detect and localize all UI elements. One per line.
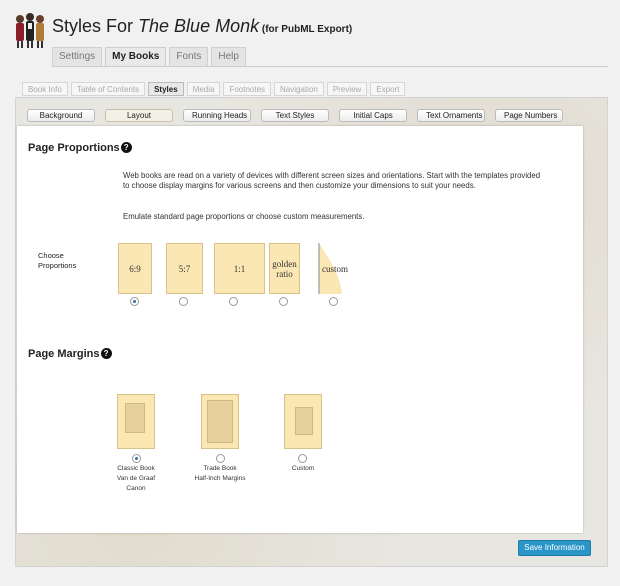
header-divider: [52, 66, 608, 67]
style-tab-text-ornaments[interactable]: Text Ornaments: [417, 109, 485, 122]
page-proportions-heading: Page Proportions?: [28, 142, 132, 154]
proportion-1-1-swatch[interactable]: 1:1: [214, 243, 265, 294]
style-tab-layout[interactable]: Layout: [105, 109, 173, 122]
style-tab-running-heads[interactable]: Running Heads: [183, 109, 251, 122]
tab-export[interactable]: Export: [370, 82, 406, 96]
sub-tabs: Book Info Table of Contents Styles Media…: [22, 82, 406, 96]
proportion-custom-swatch[interactable]: custom: [318, 243, 354, 294]
proportion-1-1-radio[interactable]: [229, 297, 238, 306]
proportion-6-9-swatch[interactable]: 6:9: [118, 243, 152, 294]
margin-classic-line1: Classic Book: [117, 465, 155, 472]
tab-navigation[interactable]: Navigation: [274, 82, 324, 96]
tab-fonts[interactable]: Fonts: [169, 47, 209, 67]
book-title: The Blue Monk: [138, 16, 260, 36]
margin-classic-book-label: Classic Book Van de Graaf Canon: [106, 464, 166, 494]
title-prefix: Styles For: [52, 16, 139, 36]
proportion-custom-radio[interactable]: [329, 297, 338, 306]
proportion-6-9-radio[interactable]: [130, 297, 139, 306]
proportion-5-7-radio[interactable]: [179, 297, 188, 306]
proportion-custom-label: custom: [322, 264, 348, 274]
style-tab-initial-caps[interactable]: Initial Caps: [339, 109, 407, 122]
tab-footnotes[interactable]: Footnotes: [223, 82, 272, 96]
margin-classic-book-radio[interactable]: [132, 454, 141, 463]
margin-custom-line1: Custom: [291, 465, 315, 472]
style-tab-text-styles[interactable]: Text Styles: [261, 109, 329, 122]
tab-settings[interactable]: Settings: [52, 47, 103, 67]
page-proportions-title: Page Proportions: [28, 142, 120, 154]
tab-media[interactable]: Media: [186, 82, 221, 96]
margin-trade-book-swatch[interactable]: [201, 394, 239, 449]
tab-styles[interactable]: Styles: [148, 82, 184, 96]
margin-classic-book-swatch[interactable]: [117, 394, 155, 449]
proportion-golden-ratio-radio[interactable]: [279, 297, 288, 306]
page-margins-heading: Page Margins?: [28, 348, 112, 360]
logo: [12, 10, 48, 50]
tab-my-books[interactable]: My Books: [105, 47, 167, 67]
main-tabs: Settings My Books Fonts Help: [52, 47, 246, 67]
choose-proportions-label: Choose Proportions: [38, 251, 77, 270]
margin-custom-radio[interactable]: [298, 454, 307, 463]
margin-classic-line3: Canon: [126, 485, 146, 492]
style-tabs: Background Layout Running Heads Text Sty…: [27, 109, 563, 122]
margin-classic-text-block: [125, 403, 145, 433]
question-circle-icon[interactable]: ?: [100, 348, 112, 359]
margin-trade-book-radio[interactable]: [216, 454, 225, 463]
margin-trade-book-label: Trade Book Half-Inch Margins: [180, 464, 260, 484]
tab-help[interactable]: Help: [211, 47, 246, 67]
question-circle-icon[interactable]: ?: [120, 142, 132, 153]
proportion-golden-ratio-swatch[interactable]: golden ratio: [269, 243, 300, 294]
proportions-instruction: Emulate standard page proportions or cho…: [123, 212, 365, 221]
tab-table-of-contents[interactable]: Table of Contents: [70, 82, 146, 96]
margin-classic-line2: Van de Graaf: [116, 475, 156, 482]
margin-custom-label: Custom: [273, 464, 333, 474]
proportions-description: Web books are read on a variety of devic…: [123, 171, 541, 190]
tab-book-info[interactable]: Book Info: [22, 82, 68, 96]
page-margins-title: Page Margins: [28, 348, 100, 360]
margin-custom-swatch[interactable]: [284, 394, 322, 449]
margin-trade-line1: Trade Book: [203, 465, 237, 472]
save-information-button[interactable]: Save Information: [518, 540, 591, 556]
margin-trade-text-block: [207, 400, 233, 443]
margin-trade-line2: Half-Inch Margins: [194, 475, 246, 482]
tab-preview[interactable]: Preview: [326, 82, 368, 96]
page-title: Styles For The Blue Monk (for PubML Expo…: [52, 16, 352, 37]
title-suffix: (for PubML Export): [259, 24, 353, 35]
style-tab-page-numbers[interactable]: Page Numbers: [495, 109, 563, 122]
app-header: Styles For The Blue Monk (for PubML Expo…: [0, 0, 620, 70]
proportion-5-7-swatch[interactable]: 5:7: [166, 243, 203, 294]
style-tab-background[interactable]: Background: [27, 109, 95, 122]
margin-custom-text-block: [295, 407, 313, 435]
